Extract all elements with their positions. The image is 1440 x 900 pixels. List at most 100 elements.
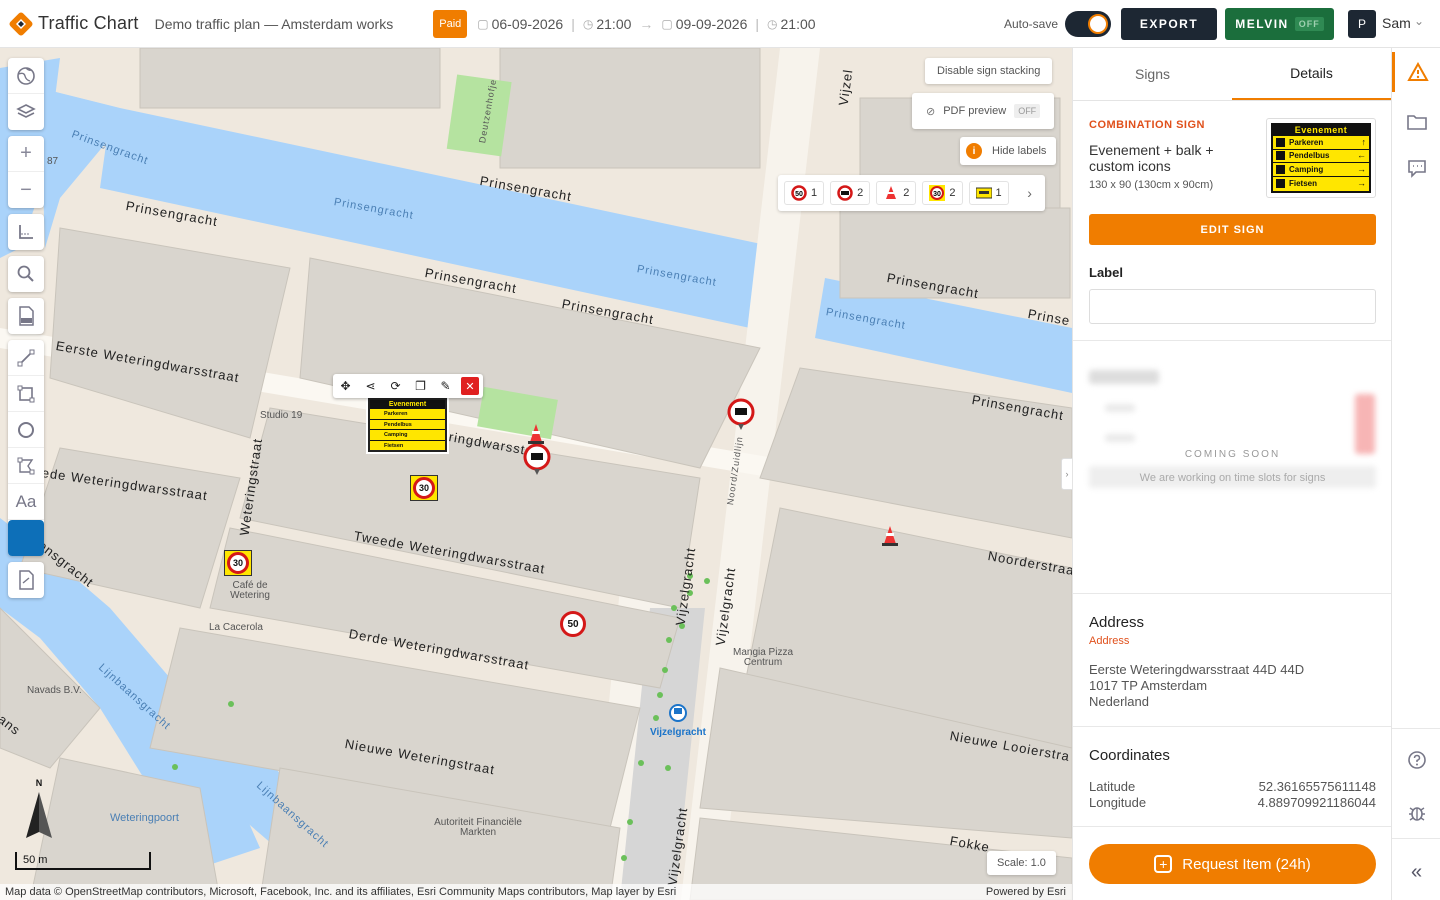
info-icon: i <box>966 143 982 159</box>
copy-icon[interactable]: ❐ <box>408 374 433 398</box>
count-speed-50[interactable]: 50 1 <box>784 181 825 205</box>
traffic-cone-marker[interactable] <box>882 524 898 546</box>
pdf-preview-toggle[interactable]: ⊘ PDF preview OFF <box>912 93 1055 129</box>
count-traffic-cone[interactable]: 2 <box>876 181 917 205</box>
polygon-tool-icon[interactable] <box>8 448 44 484</box>
count-speed-30[interactable]: 30 2 <box>922 181 963 205</box>
tool-group <box>8 256 44 292</box>
count-value: 1 <box>995 187 1002 199</box>
speed-30-text: 30 <box>413 477 435 499</box>
move-icon[interactable]: ✥ <box>333 374 358 398</box>
help-icon[interactable] <box>1392 740 1440 780</box>
divider <box>1073 593 1392 594</box>
sign-action-toolbar: ✥ ⋖ ⟳ ❐ ✎ ✕ <box>333 374 483 398</box>
edit-icon[interactable]: ✎ <box>433 374 458 398</box>
speed-30-sign-marker[interactable]: 30 <box>410 475 438 501</box>
map-attribution: Map data © OpenStreetMap contributors, M… <box>0 884 1072 900</box>
address-title: Address <box>1089 614 1145 631</box>
scale-badge[interactable]: Scale: 1.0 <box>987 851 1056 875</box>
separator: | <box>755 15 760 32</box>
share-icon[interactable]: ⋖ <box>358 374 383 398</box>
rotate-icon[interactable]: ⟳ <box>383 374 408 398</box>
rectangle-tool-icon[interactable] <box>8 376 44 412</box>
sign-row: Parkeren ↑ <box>1273 136 1369 150</box>
tab-details[interactable]: Details <box>1232 48 1391 100</box>
powered-by[interactable]: Powered by Esri <box>986 884 1066 900</box>
sign-row: Pendelbus ← <box>1273 150 1369 163</box>
separator: | <box>571 15 575 32</box>
line-tool-icon[interactable] <box>8 340 44 376</box>
plan-title[interactable]: Demo traffic plan — Amsterdam works <box>155 16 394 32</box>
bug-icon[interactable] <box>1392 793 1440 833</box>
delete-icon[interactable]: ✕ <box>461 377 479 395</box>
app-logo[interactable]: Traffic Chart <box>8 11 139 37</box>
tab-signs[interactable]: Signs <box>1073 48 1232 100</box>
circle-tool-icon[interactable] <box>8 412 44 448</box>
zoom-out-icon[interactable]: − <box>8 172 44 208</box>
count-barrier[interactable]: 1 <box>968 181 1009 205</box>
chat-icon[interactable] <box>1392 148 1440 188</box>
hide-labels-button[interactable]: i Hide labels <box>960 137 1057 165</box>
attribution-text: Map data © OpenStreetMap contributors, M… <box>5 886 677 898</box>
combination-sign-selected[interactable]: Evenement Parkeren Pendelbus Camping Fie… <box>368 398 447 452</box>
sign-row: Parkeren <box>370 409 445 420</box>
traffic-cone-marker[interactable] <box>528 422 544 444</box>
end-time[interactable]: 21:00 <box>781 16 816 32</box>
text-tool-icon[interactable]: Aa <box>8 484 44 520</box>
start-date[interactable]: 06-09-2026 <box>492 16 564 32</box>
label-heading: Label <box>1089 265 1123 280</box>
document-icon[interactable] <box>8 562 44 598</box>
scale-bar: 50 m <box>15 852 151 870</box>
autosave-toggle[interactable] <box>1065 11 1111 37</box>
compass-north: N <box>35 778 43 788</box>
layers-icon[interactable] <box>8 94 44 130</box>
color-picker-icon[interactable] <box>8 520 44 556</box>
gpx-file-icon[interactable] <box>8 298 44 334</box>
no-entry-sign-marker[interactable] <box>522 443 552 477</box>
measure-icon[interactable] <box>8 214 44 250</box>
chevron-right-icon[interactable]: › <box>1021 185 1039 201</box>
user-name[interactable]: Sam <box>1382 15 1411 31</box>
app-name: Traffic Chart <box>38 13 139 33</box>
warning-icon[interactable] <box>1392 52 1440 92</box>
label-input[interactable] <box>1089 289 1376 324</box>
melvin-button[interactable]: MELVIN OFF <box>1225 8 1334 40</box>
blurred-block <box>1089 370 1159 384</box>
hide-labels-label: Hide labels <box>992 145 1047 157</box>
traffic-cone-icon <box>886 186 897 199</box>
no-entry-sign-marker[interactable] <box>726 398 756 432</box>
parking-icon <box>1276 137 1285 147</box>
blurred-block <box>1105 434 1135 442</box>
longitude-value: 4.889709921186044 <box>1257 795 1376 810</box>
date-range[interactable]: ▢ 06-09-2026 | ◷ 21:00 → ▢ 09-09-2026 | … <box>477 16 815 32</box>
folder-icon[interactable] <box>1392 102 1440 142</box>
request-item-button[interactable]: + Request Item (24h) <box>1089 844 1376 884</box>
search-zoom-icon[interactable] <box>8 256 44 292</box>
latitude-label: Latitude <box>1089 779 1136 794</box>
panel-collapse-handle[interactable]: › <box>1061 458 1072 490</box>
pdf-preview-state: OFF <box>1014 104 1041 118</box>
melvin-label: MELVIN <box>1235 17 1289 31</box>
edit-sign-button[interactable]: EDIT SIGN <box>1089 214 1376 245</box>
panel-tabs: Signs Details <box>1073 48 1391 101</box>
map-canvas[interactable]: Prinsengracht Prinsengracht Prinsengrach… <box>0 48 1072 900</box>
export-button[interactable]: EXPORT <box>1121 8 1217 40</box>
start-time[interactable]: 21:00 <box>596 16 631 32</box>
avatar[interactable]: P <box>1348 10 1376 38</box>
blurred-block <box>1355 394 1375 454</box>
tool-group <box>8 214 44 250</box>
speed-50-sign-marker[interactable]: 50 <box>560 611 586 637</box>
collapse-left-icon[interactable]: « <box>1392 852 1440 892</box>
pdf-preview-label: PDF preview <box>943 105 1007 117</box>
count-no-entry[interactable]: 2 <box>830 181 871 205</box>
metro-station-label: Vijzelgracht <box>650 727 706 738</box>
sign-row: Fietsen <box>384 442 404 449</box>
speed-30-sign-marker[interactable]: 30 <box>224 550 252 576</box>
chevron-down-icon[interactable]: ⌄ <box>1414 14 1424 28</box>
end-date[interactable]: 09-09-2026 <box>676 16 748 32</box>
sign-preview: Evenement Parkeren ↑ Pendelbus ← Camping → … <box>1271 123 1371 193</box>
disable-sign-stacking-button[interactable]: Disable sign stacking <box>925 58 1053 84</box>
zoom-in-icon[interactable]: + <box>8 136 44 172</box>
poi-label: Navads B.V. <box>27 685 82 696</box>
globe-icon[interactable] <box>8 58 44 94</box>
